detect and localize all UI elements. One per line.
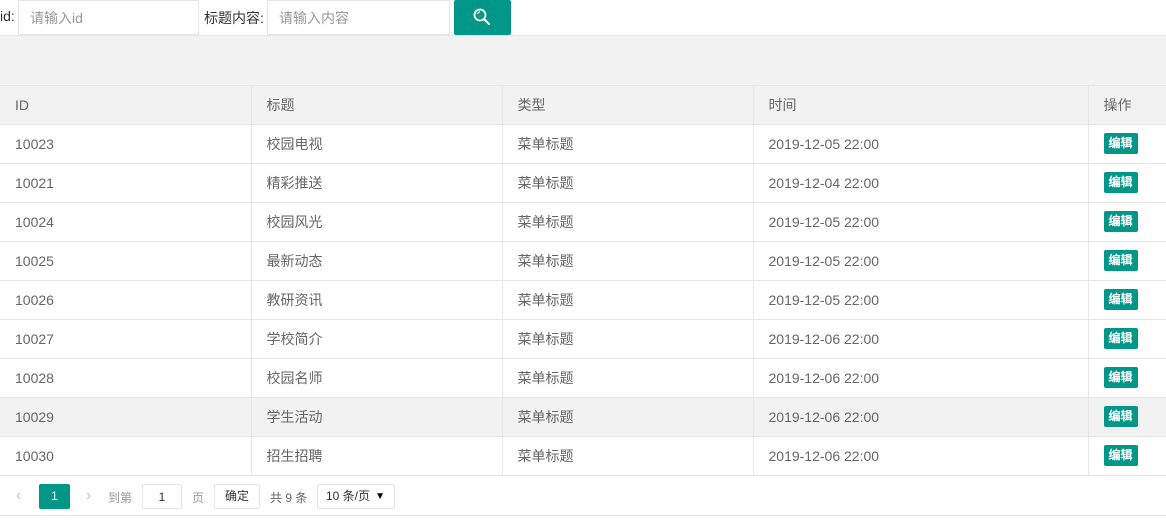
cell-type: 菜单标题 — [502, 319, 754, 359]
table-row[interactable]: 10021 精彩推送 菜单标题 2019-12-04 22:00 编辑 — [0, 163, 1166, 203]
cell-id: 10024 — [0, 202, 252, 242]
edit-button[interactable]: 编辑 — [1103, 328, 1138, 349]
cell-action: 编辑 — [1088, 280, 1166, 320]
title-label: 标题内容: — [204, 10, 264, 26]
column-header-title[interactable]: 标题 — [251, 86, 503, 125]
cell-title: 教研资讯 — [251, 280, 503, 320]
cell-time: 2019-12-05 22:00 — [753, 124, 1089, 164]
cell-type: 菜单标题 — [502, 241, 754, 281]
pagination: ‹ 1 › 到第 页 确定 共 9 条 10 条/页 ▼ — [0, 476, 1166, 516]
search-bar: id: 标题内容: — [0, 0, 1166, 36]
table-toolbar — [0, 36, 1166, 86]
edit-button[interactable]: 编辑 — [1103, 406, 1138, 427]
cell-type: 菜单标题 — [502, 358, 754, 398]
cell-type: 菜单标题 — [502, 397, 754, 437]
cell-title: 校园名师 — [251, 358, 503, 398]
id-label: id: — [0, 8, 15, 24]
page-unit-label: 页 — [192, 491, 205, 505]
cell-action: 编辑 — [1088, 163, 1166, 203]
cell-action: 编辑 — [1088, 241, 1166, 281]
cell-action: 编辑 — [1088, 358, 1166, 398]
cell-title: 最新动态 — [251, 241, 503, 281]
cell-title: 学校简介 — [251, 319, 503, 359]
current-page-button[interactable]: 1 — [39, 484, 70, 509]
chevron-down-icon: ▼ — [375, 491, 385, 502]
table-row[interactable]: 10027 学校简介 菜单标题 2019-12-06 22:00 编辑 — [0, 319, 1166, 359]
cell-id: 10021 — [0, 163, 252, 203]
table-row[interactable]: 10025 最新动态 菜单标题 2019-12-05 22:00 编辑 — [0, 241, 1166, 281]
search-button[interactable] — [454, 0, 511, 35]
cell-id: 10028 — [0, 358, 252, 398]
cell-title: 学生活动 — [251, 397, 503, 437]
cell-time: 2019-12-06 22:00 — [753, 319, 1089, 359]
cell-id: 10025 — [0, 241, 252, 281]
edit-button[interactable]: 编辑 — [1103, 250, 1138, 271]
table-row[interactable]: 10028 校园名师 菜单标题 2019-12-06 22:00 编辑 — [0, 358, 1166, 398]
cell-time: 2019-12-06 22:00 — [753, 397, 1089, 437]
cell-action: 编辑 — [1088, 436, 1166, 476]
data-table: ID 标题 类型 时间 操作 10023 校园电视 菜单标题 2019-12-0… — [0, 86, 1166, 476]
column-header-time[interactable]: 时间 — [753, 86, 1089, 125]
cell-type: 菜单标题 — [502, 436, 754, 476]
title-search-input[interactable] — [267, 0, 450, 35]
cell-id: 10030 — [0, 436, 252, 476]
cell-id: 10026 — [0, 280, 252, 320]
cell-type: 菜单标题 — [502, 163, 754, 203]
cell-id: 10027 — [0, 319, 252, 359]
edit-button[interactable]: 编辑 — [1103, 289, 1138, 310]
page-size-select[interactable]: 10 条/页 ▼ — [317, 484, 395, 509]
edit-button[interactable]: 编辑 — [1103, 211, 1138, 232]
cell-time: 2019-12-05 22:00 — [753, 202, 1089, 242]
table-row[interactable]: 10029 学生活动 菜单标题 2019-12-06 22:00 编辑 — [0, 397, 1166, 437]
table-row[interactable]: 10024 校园风光 菜单标题 2019-12-05 22:00 编辑 — [0, 202, 1166, 242]
goto-label: 到第 — [108, 491, 133, 505]
page-size-value: 10 条/页 — [326, 489, 371, 503]
cell-time: 2019-12-04 22:00 — [753, 163, 1089, 203]
cell-action: 编辑 — [1088, 319, 1166, 359]
cell-time: 2019-12-06 22:00 — [753, 358, 1089, 398]
cell-type: 菜单标题 — [502, 280, 754, 320]
cell-action: 编辑 — [1088, 202, 1166, 242]
id-search-input[interactable] — [18, 0, 199, 35]
edit-button[interactable]: 编辑 — [1103, 133, 1138, 154]
cell-action: 编辑 — [1088, 397, 1166, 437]
table-row[interactable]: 10030 招生招聘 菜单标题 2019-12-06 22:00 编辑 — [0, 436, 1166, 476]
table-body: 10023 校园电视 菜单标题 2019-12-05 22:00 编辑 1002… — [0, 124, 1166, 476]
search-icon — [473, 8, 490, 25]
table-row[interactable]: 10026 教研资讯 菜单标题 2019-12-05 22:00 编辑 — [0, 280, 1166, 320]
table-header-row: ID 标题 类型 时间 操作 — [0, 86, 1166, 125]
column-header-type[interactable]: 类型 — [502, 86, 754, 125]
prev-page-icon[interactable]: ‹ — [16, 487, 21, 505]
edit-button[interactable]: 编辑 — [1103, 367, 1138, 388]
edit-button[interactable]: 编辑 — [1103, 172, 1138, 193]
cell-time: 2019-12-06 22:00 — [753, 436, 1089, 476]
edit-button[interactable]: 编辑 — [1103, 445, 1138, 466]
cell-title: 校园风光 — [251, 202, 503, 242]
cell-type: 菜单标题 — [502, 124, 754, 164]
column-header-action[interactable]: 操作 — [1088, 86, 1166, 125]
cell-title: 招生招聘 — [251, 436, 503, 476]
total-count: 共 9 条 — [270, 491, 308, 505]
cell-time: 2019-12-05 22:00 — [753, 280, 1089, 320]
cell-id: 10029 — [0, 397, 252, 437]
cell-id: 10023 — [0, 124, 252, 164]
cell-time: 2019-12-05 22:00 — [753, 241, 1089, 281]
goto-page-input[interactable] — [142, 484, 182, 509]
column-header-id[interactable]: ID — [0, 86, 252, 125]
cell-title: 校园电视 — [251, 124, 503, 164]
cell-title: 精彩推送 — [251, 163, 503, 203]
cell-action: 编辑 — [1088, 124, 1166, 164]
cell-type: 菜单标题 — [502, 202, 754, 242]
table-row[interactable]: 10023 校园电视 菜单标题 2019-12-05 22:00 编辑 — [0, 124, 1166, 164]
next-page-icon[interactable]: › — [86, 487, 91, 505]
confirm-page-button[interactable]: 确定 — [214, 484, 260, 509]
